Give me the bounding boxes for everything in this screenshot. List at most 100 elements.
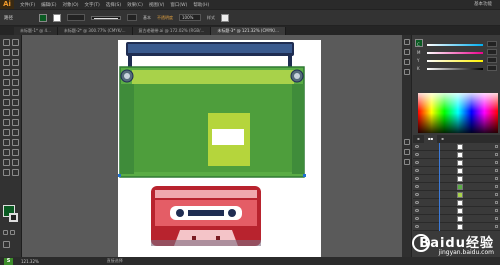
mesh-tool-icon[interactable] bbox=[3, 119, 10, 126]
slider-m[interactable]: M bbox=[417, 49, 497, 55]
opacity-label[interactable]: 不透明度 bbox=[157, 15, 173, 21]
anchor-point[interactable] bbox=[118, 174, 121, 177]
layer-select-box[interactable] bbox=[495, 193, 498, 196]
direct-selection-tool-icon[interactable] bbox=[12, 39, 19, 46]
layer-row[interactable] bbox=[413, 159, 500, 167]
column-graph-tool-icon[interactable] bbox=[12, 139, 19, 146]
menu-help[interactable]: 帮助(H) bbox=[193, 2, 209, 8]
style-swatch[interactable] bbox=[221, 13, 229, 22]
layer-select-box[interactable] bbox=[495, 145, 498, 148]
layer-row[interactable] bbox=[413, 191, 500, 199]
lasso-tool-icon[interactable] bbox=[12, 49, 19, 56]
swatches-panel-icon[interactable] bbox=[404, 49, 410, 55]
selection-tool-icon[interactable] bbox=[3, 39, 10, 46]
layer-row[interactable] bbox=[413, 199, 500, 207]
gradient-mode-icon[interactable] bbox=[10, 230, 15, 235]
stroke-weight-field[interactable] bbox=[67, 14, 85, 21]
layer-row[interactable] bbox=[413, 151, 500, 159]
menu-type[interactable]: 文字(T) bbox=[85, 2, 100, 8]
hand-tool-icon[interactable] bbox=[3, 169, 10, 176]
layer-select-box[interactable] bbox=[495, 153, 498, 156]
perspective-grid-tool-icon[interactable] bbox=[12, 109, 19, 116]
layer-select-box[interactable] bbox=[495, 225, 498, 228]
pen-tool-icon[interactable] bbox=[3, 59, 10, 66]
layer-row[interactable] bbox=[413, 175, 500, 183]
free-transform-tool-icon[interactable] bbox=[12, 99, 19, 106]
layer-select-box[interactable] bbox=[495, 217, 498, 220]
rotate-tool-icon[interactable] bbox=[3, 89, 10, 96]
scissors-tool-icon[interactable] bbox=[12, 159, 19, 166]
brushes-panel-icon[interactable] bbox=[404, 59, 410, 65]
visibility-eye-icon[interactable] bbox=[415, 177, 419, 180]
artboard[interactable] bbox=[118, 40, 321, 257]
color-mode-icon[interactable] bbox=[3, 230, 8, 235]
visibility-eye-icon[interactable] bbox=[415, 193, 419, 196]
pencil-tool-icon[interactable] bbox=[12, 79, 19, 86]
visibility-eye-icon[interactable] bbox=[415, 153, 419, 156]
slider-k[interactable]: K bbox=[417, 65, 497, 71]
brush-field[interactable] bbox=[127, 14, 137, 21]
slider-y[interactable]: Y bbox=[417, 57, 497, 63]
layer-row[interactable] bbox=[413, 207, 500, 215]
tab-document-1[interactable]: 未标题-1* @ 4... bbox=[14, 27, 58, 35]
line-tool-icon[interactable] bbox=[3, 69, 10, 76]
speaker-label[interactable] bbox=[212, 129, 244, 145]
layer-row[interactable] bbox=[413, 215, 500, 223]
slice-tool-icon[interactable] bbox=[12, 149, 19, 156]
tab-artboards[interactable]: ▪ bbox=[437, 135, 448, 143]
canvas-area[interactable] bbox=[22, 35, 402, 257]
color-panel-icon[interactable] bbox=[404, 39, 410, 45]
layer-row[interactable] bbox=[413, 167, 500, 175]
layer-row[interactable] bbox=[413, 143, 500, 151]
shape-builder-tool-icon[interactable] bbox=[3, 109, 10, 116]
layer-select-box[interactable] bbox=[495, 169, 498, 172]
magic-wand-tool-icon[interactable] bbox=[3, 49, 10, 56]
layer-select-box[interactable] bbox=[495, 209, 498, 212]
radio-top-band[interactable] bbox=[132, 70, 294, 84]
rectangle-tool-icon[interactable] bbox=[12, 69, 19, 76]
layer-row[interactable] bbox=[413, 183, 500, 191]
color-spectrum[interactable] bbox=[418, 93, 498, 133]
layer-select-box[interactable] bbox=[495, 185, 498, 188]
screen-mode-icon[interactable] bbox=[3, 241, 10, 248]
layer-row[interactable] bbox=[413, 223, 500, 231]
menu-file[interactable]: 文件(F) bbox=[20, 2, 35, 8]
opacity-field[interactable]: 100% bbox=[179, 14, 201, 21]
tab-document-3[interactable]: 复古老磁带.ai @ 172.02% (RGB/... bbox=[132, 27, 212, 35]
visibility-eye-icon[interactable] bbox=[415, 209, 419, 212]
eraser-tool-icon[interactable] bbox=[3, 159, 10, 166]
layer-select-box[interactable] bbox=[495, 177, 498, 180]
menu-effect[interactable]: 效果(C) bbox=[127, 2, 143, 8]
tab-layers-active[interactable]: ▪▪ bbox=[423, 135, 438, 143]
menu-object[interactable]: 对象(O) bbox=[62, 2, 78, 8]
menu-select[interactable]: 选择(S) bbox=[106, 2, 121, 8]
symbols-panel-icon[interactable] bbox=[404, 69, 410, 75]
visibility-eye-icon[interactable] bbox=[415, 185, 419, 188]
stroke-color-icon[interactable] bbox=[9, 213, 18, 222]
artboard-tool-icon[interactable] bbox=[3, 149, 10, 156]
visibility-eye-icon[interactable] bbox=[415, 169, 419, 172]
visibility-eye-icon[interactable] bbox=[415, 225, 419, 228]
visibility-eye-icon[interactable] bbox=[415, 145, 419, 148]
scale-tool-icon[interactable] bbox=[12, 89, 19, 96]
eyedropper-tool-icon[interactable] bbox=[3, 129, 10, 136]
menu-window[interactable]: 窗口(W) bbox=[170, 2, 187, 8]
layer-select-box[interactable] bbox=[495, 201, 498, 204]
paintbrush-tool-icon[interactable] bbox=[3, 79, 10, 86]
visibility-eye-icon[interactable] bbox=[415, 217, 419, 220]
fill-color-swatch[interactable] bbox=[39, 13, 47, 22]
stroke-color-swatch[interactable] bbox=[53, 13, 61, 22]
anchor-point[interactable] bbox=[303, 174, 306, 177]
appearance-panel-icon[interactable] bbox=[404, 149, 410, 155]
symbol-sprayer-tool-icon[interactable] bbox=[3, 139, 10, 146]
workspace-switcher[interactable]: 基本功能 bbox=[474, 0, 492, 9]
type-tool-icon[interactable] bbox=[12, 59, 19, 66]
tab-document-4[interactable]: 未标题-3* @ 121.32% (CMYK/... bbox=[211, 27, 286, 35]
visibility-eye-icon[interactable] bbox=[415, 161, 419, 164]
menu-edit[interactable]: 编辑(E) bbox=[41, 2, 56, 8]
tab-layers[interactable]: ▪ bbox=[413, 135, 424, 143]
blend-tool-icon[interactable] bbox=[12, 129, 19, 136]
stroke-profile-preview[interactable] bbox=[91, 15, 121, 20]
graphic-styles-panel-icon[interactable] bbox=[404, 159, 410, 165]
width-tool-icon[interactable] bbox=[3, 99, 10, 106]
